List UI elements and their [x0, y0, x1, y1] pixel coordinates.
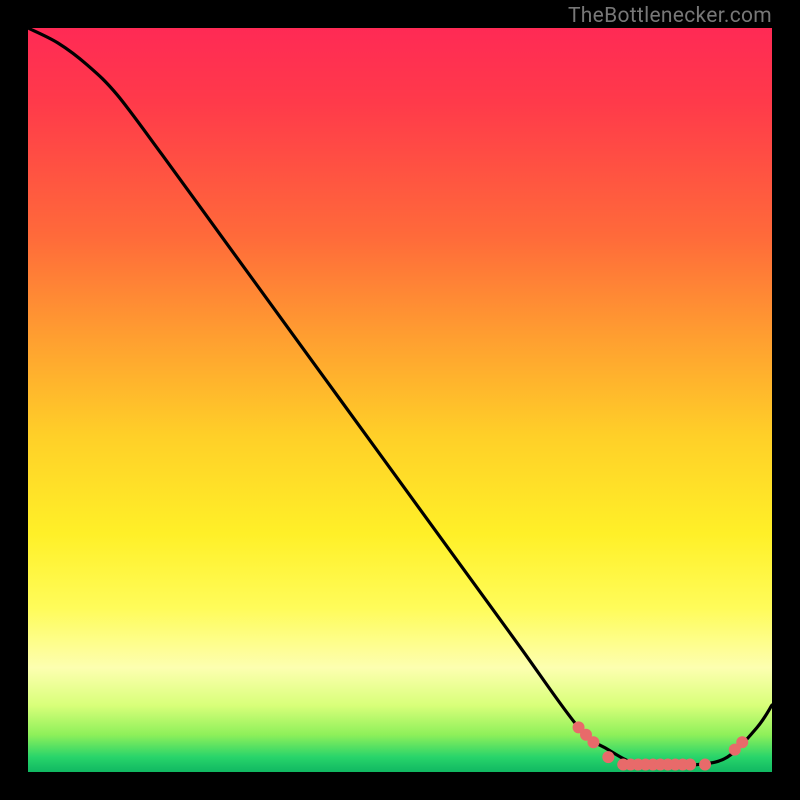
data-marker [699, 759, 711, 771]
plot-area [28, 28, 772, 772]
main-curve [28, 28, 772, 766]
curve-svg [28, 28, 772, 772]
data-marker [684, 759, 696, 771]
chart-frame: TheBottlenecker.com [0, 0, 800, 800]
data-marker [602, 751, 614, 763]
data-marker [736, 736, 748, 748]
watermark-text: TheBottlenecker.com [568, 4, 772, 28]
data-marker [587, 736, 599, 748]
